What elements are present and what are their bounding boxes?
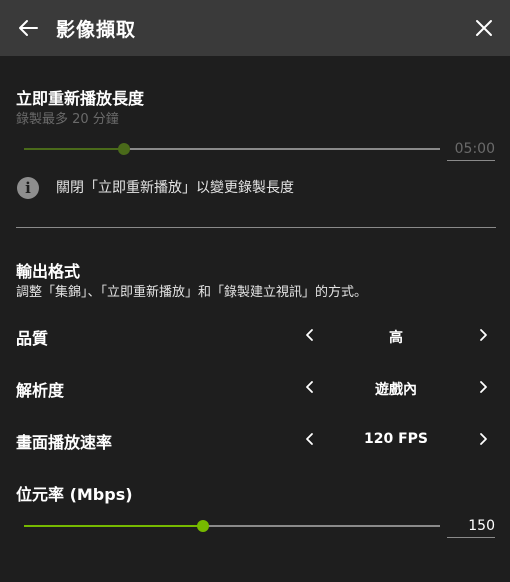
info-text: 關閉「立即重新播放」以變更錄製長度 <box>56 180 294 196</box>
page-title: 影像擷取 <box>56 19 137 41</box>
quality-next-chevron-icon[interactable] <box>476 328 490 342</box>
info-icon: i <box>17 177 39 199</box>
resolution-label: 解析度 <box>16 381 65 400</box>
resolution-next-chevron-icon[interactable] <box>476 380 490 394</box>
instant-replay-title: 立即重新播放長度 <box>16 89 145 108</box>
replay-slider-thumb <box>117 143 130 155</box>
bitrate-label: 位元率 (Mbps) <box>16 485 133 504</box>
replay-length-value: 05:00 <box>447 138 495 161</box>
replay-slider-fill <box>24 148 124 150</box>
bitrate-slider-fill <box>24 525 203 527</box>
resolution-value: 遊戲內 <box>375 382 417 398</box>
section-divider <box>16 227 496 228</box>
bitrate-slider[interactable] <box>24 520 440 532</box>
close-icon[interactable] <box>474 18 494 38</box>
quality-value: 高 <box>389 330 403 346</box>
frame-rate-next-chevron-icon[interactable] <box>476 432 490 446</box>
header-bar: 影像擷取 <box>0 0 510 56</box>
bitrate-value-input[interactable]: 150 <box>447 515 495 538</box>
quality-prev-chevron-icon[interactable] <box>303 328 317 342</box>
instant-replay-subtitle: 錄製最多 20 分鐘 <box>16 112 119 127</box>
replay-length-slider <box>24 143 440 155</box>
output-format-subtitle: 調整「集錦」、「立即重新播放」和「錄製建立視訊」的方式。 <box>16 285 368 300</box>
frame-rate-prev-chevron-icon[interactable] <box>303 432 317 446</box>
bitrate-slider-thumb[interactable] <box>196 520 209 532</box>
frame-rate-value: 120 FPS <box>363 431 428 447</box>
frame-rate-label: 畫面播放速率 <box>16 433 113 452</box>
output-format-title: 輸出格式 <box>16 262 81 281</box>
quality-label: 品質 <box>16 329 49 348</box>
arrow-left-icon[interactable] <box>17 17 39 39</box>
resolution-prev-chevron-icon[interactable] <box>303 380 317 394</box>
